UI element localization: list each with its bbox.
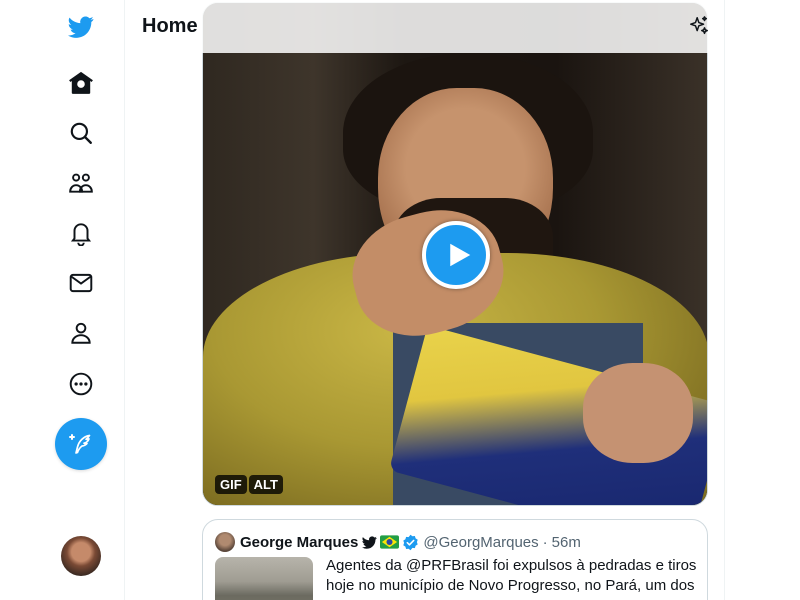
home-icon[interactable] (56, 58, 106, 108)
play-button[interactable] (422, 221, 490, 289)
quoted-tweet[interactable]: George Marques @GeorgMarques · 56m Agent… (202, 519, 708, 600)
brazil-flag-icon (380, 535, 400, 549)
play-icon (449, 243, 470, 267)
quoted-author-avatar (215, 532, 235, 552)
messages-envelope-icon[interactable] (56, 258, 106, 308)
separator-dot: · (542, 533, 548, 551)
gif-figure-hand-2 (583, 363, 693, 463)
alt-badge[interactable]: ALT (248, 475, 283, 494)
gif-badge: GIF (215, 475, 247, 494)
quoted-tweet-timestamp[interactable]: 56m (552, 534, 581, 551)
quoted-tweet-text: Agentes da @PRFBrasil foi expulsos à ped… (326, 557, 697, 594)
notifications-bell-icon[interactable] (56, 208, 106, 258)
communities-icon[interactable] (56, 158, 106, 208)
sparkle-icon[interactable] (685, 12, 713, 40)
compose-tweet-icon (69, 434, 91, 454)
twitter-logo-icon[interactable] (56, 2, 106, 52)
more-circle-icon[interactable] (56, 359, 106, 409)
quoted-tweet-thumbnail[interactable] (215, 557, 313, 600)
gif-media[interactable]: GIF ALT (202, 2, 708, 506)
verified-badge-icon (403, 534, 419, 550)
compose-tweet-button[interactable] (55, 418, 107, 470)
twitter-bird-icon (362, 535, 378, 549)
media-badges: GIF ALT (215, 475, 283, 494)
quoted-tweet-header: George Marques @GeorgMarques · 56m (215, 532, 581, 552)
account-avatar[interactable] (61, 536, 101, 576)
quoted-author-name[interactable]: George Marques (240, 534, 358, 551)
timeline-header: Home (126, 0, 724, 53)
quoted-author-handle: @GeorgMarques (423, 533, 539, 551)
search-icon[interactable] (56, 108, 106, 158)
profile-icon[interactable] (56, 308, 106, 358)
page-title: Home (142, 15, 198, 37)
column-divider (724, 0, 725, 600)
sidebar-nav (0, 0, 125, 600)
